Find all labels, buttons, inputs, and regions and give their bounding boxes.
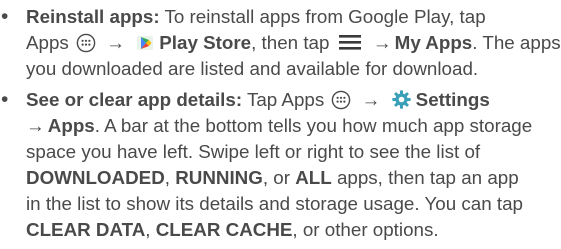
play-store-label: Play Store — [159, 32, 252, 53]
line: in the list to show its details and stor… — [26, 191, 523, 217]
arrow: → — [361, 89, 381, 110]
menu-icon — [338, 32, 361, 50]
line: Reinstall apps: To reinstall apps from G… — [26, 4, 486, 30]
item-title: See or clear app details: — [26, 89, 243, 110]
text: you downloaded are listed and available … — [26, 58, 479, 79]
line: CLEAR DATA, CLEAR CACHE, or other option… — [26, 217, 439, 243]
apps-label: Apps — [47, 115, 95, 136]
play-store-icon — [135, 32, 155, 52]
arrow: → — [372, 32, 392, 53]
text: Apps — [26, 32, 69, 53]
all-label: ALL — [295, 167, 332, 188]
item-title: Reinstall apps: — [26, 6, 160, 27]
line: → Apps. A bar at the bottom tells you how… — [26, 113, 532, 139]
text: . A bar at the bottom tells you how much… — [94, 115, 533, 136]
clear-cache-label: CLEAR CACHE — [155, 219, 293, 240]
line: you downloaded are listed and available … — [26, 56, 478, 82]
text: , — [145, 219, 156, 240]
downloaded-label: DOWNLOADED — [26, 167, 165, 188]
settings-gear-icon — [391, 89, 412, 110]
apps-icon — [331, 90, 351, 110]
arrow: → — [106, 32, 126, 53]
text: , then tap — [251, 32, 330, 53]
line: space you have left. Swipe left or right… — [26, 139, 480, 165]
text: space you have left. Swipe left or right… — [26, 141, 481, 162]
arrow: → — [26, 115, 45, 136]
bullet: • — [1, 5, 9, 28]
text: . The apps — [472, 32, 561, 53]
line: DOWNLOADED, RUNNING, or ALL apps, then t… — [26, 165, 519, 191]
bullet: • — [1, 88, 9, 111]
apps-icon — [76, 33, 96, 53]
running-label: RUNNING — [175, 167, 263, 188]
line: See or clear app details: Tap Apps → Set… — [26, 87, 490, 113]
text: Tap Apps — [242, 89, 325, 110]
text: in the list to show its details and stor… — [26, 193, 523, 214]
my-apps-label: My Apps — [394, 32, 473, 53]
line: Apps → Play Store, then tap → My Apps. T… — [26, 30, 561, 56]
help-document: • Reinstall apps: To reinstall apps from… — [0, 0, 561, 249]
clear-data-label: CLEAR DATA — [26, 219, 146, 240]
text: apps, then tap an app — [331, 167, 519, 188]
text: , or other options. — [292, 219, 439, 240]
settings-label: Settings — [415, 89, 490, 110]
text: , or — [262, 167, 296, 188]
text: To reinstall apps from Google Play, tap — [159, 6, 486, 27]
text: , — [164, 167, 176, 188]
